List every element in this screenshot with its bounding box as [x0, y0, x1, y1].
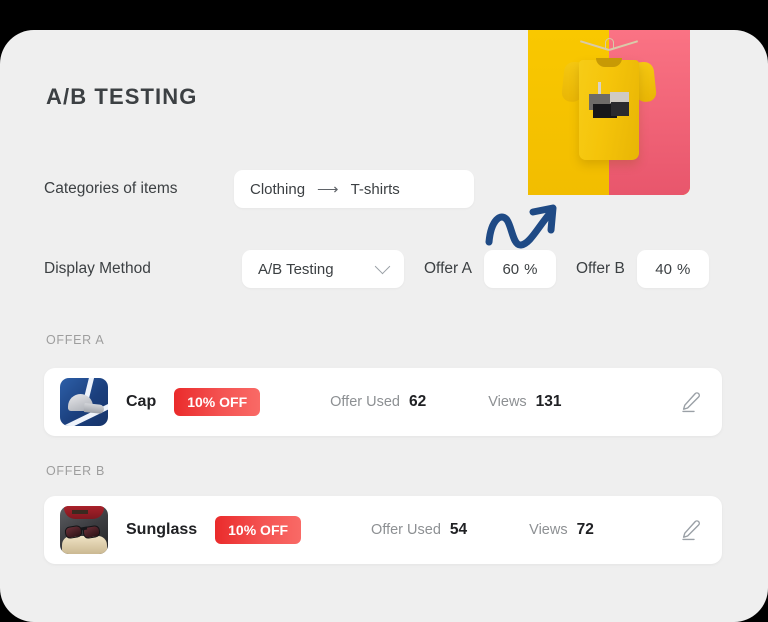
- offer-a-percent-value: 60: [502, 260, 520, 278]
- offer-b-edit-button[interactable]: [676, 515, 706, 545]
- offer-b-section-label: OFFER B: [46, 464, 106, 478]
- offer-a-views-label: Views: [488, 394, 527, 410]
- offer-b-percent-input[interactable]: 40 %: [636, 250, 709, 288]
- categories-row: Categories of items Clothing ⟶ T-shirts: [44, 170, 474, 208]
- offer-b-product-name: Sunglass: [126, 521, 198, 538]
- offer-a-section-label: OFFER A: [46, 333, 105, 347]
- display-method-select[interactable]: A/B Testing: [242, 250, 404, 288]
- offer-b-percent-label: Offer B: [575, 260, 625, 277]
- offer-a-discount-badge: 10% OFF: [174, 388, 261, 416]
- offer-a-percent-sign: %: [524, 260, 538, 278]
- categories-label: Categories of items: [44, 180, 178, 197]
- offer-a-views-stat: Views 131: [488, 393, 561, 411]
- display-method-label: Display Method: [44, 260, 151, 277]
- offer-a-percent-label: Offer A: [424, 260, 472, 277]
- pencil-edit-icon: [682, 520, 700, 541]
- tshirt-graphic: [560, 56, 658, 160]
- offer-b-views-stat: Views 72: [529, 521, 594, 539]
- offer-b-discount-badge: 10% OFF: [215, 516, 302, 544]
- offer-a-product-name: Cap: [126, 393, 157, 410]
- app-root: A/B TESTING Categories of items Clothing…: [0, 0, 768, 622]
- categories-input[interactable]: Clothing ⟶ T-shirts: [234, 170, 474, 208]
- offer-b-used-label: Offer Used: [371, 522, 441, 538]
- offer-b-card[interactable]: Sunglass 10% OFF Offer Used 54 Views 72: [44, 496, 722, 564]
- chevron-down-icon: [374, 258, 391, 274]
- hero-product-image: [528, 30, 690, 195]
- offer-a-used-stat: Offer Used 62: [330, 393, 426, 411]
- offer-a-views-value: 131: [535, 393, 562, 410]
- arrow-right-icon: ⟶: [317, 180, 339, 198]
- offer-a-edit-button[interactable]: [676, 387, 706, 417]
- offer-a-used-value: 62: [409, 393, 427, 410]
- pencil-edit-icon: [682, 392, 700, 413]
- page-title: A/B TESTING: [46, 84, 198, 109]
- category-from-value: Clothing: [250, 180, 306, 198]
- offer-b-used-stat: Offer Used 54: [371, 521, 467, 539]
- offer-a-used-label: Offer Used: [330, 394, 400, 410]
- offer-a-percent-input[interactable]: 60 %: [483, 250, 556, 288]
- trending-up-arrow-icon: [481, 190, 567, 256]
- offer-b-percent-value: 40: [655, 260, 672, 278]
- display-method-value: A/B Testing: [258, 260, 334, 278]
- offer-a-card[interactable]: Cap 10% OFF Offer Used 62 Views 131: [44, 368, 722, 436]
- ab-testing-panel: A/B TESTING Categories of items Clothing…: [0, 30, 768, 622]
- sunglass-product-thumbnail: [60, 506, 108, 554]
- offer-b-percent-sign: %: [676, 260, 691, 278]
- offer-b-views-label: Views: [529, 522, 568, 538]
- category-to-value: T-shirts: [350, 180, 400, 198]
- cap-product-thumbnail: [60, 378, 108, 426]
- display-method-row: Display Method A/B Testing Offer A 60 % …: [44, 250, 709, 288]
- offer-b-views-value: 72: [576, 521, 594, 538]
- offer-b-used-value: 54: [449, 521, 468, 538]
